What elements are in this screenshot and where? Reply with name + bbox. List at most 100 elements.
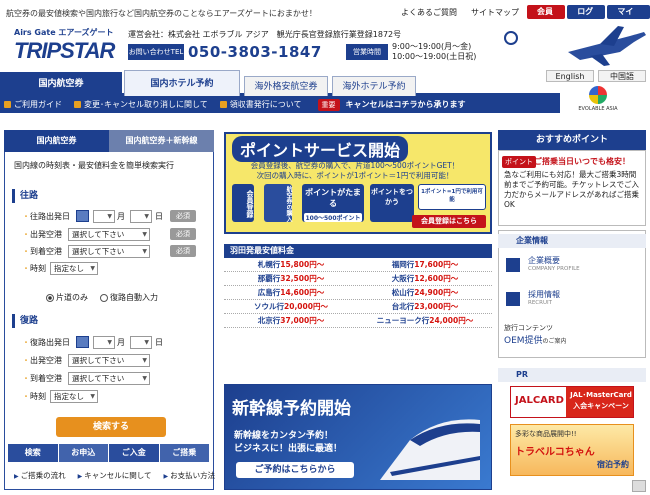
boarding-flow-link[interactable]: ご搭乗の流れ — [14, 470, 66, 481]
receipt-link[interactable]: 領収書発行について — [216, 99, 310, 110]
usage-guide-link[interactable]: ご利用ガイド — [0, 99, 70, 110]
outbound-date-label: 往路出発日 — [22, 210, 70, 224]
evolable-logo: EVOLABLE ASIA — [578, 86, 618, 112]
chinese-button[interactable]: 中国語 — [598, 70, 646, 82]
required-badge: 必須 — [170, 245, 196, 257]
return-month-select[interactable] — [93, 336, 115, 349]
jal-campaign-text: JAL･MasterCard 入会キャンペーン — [570, 391, 632, 410]
search-description: 国内線の時刻表・最安値料金を簡単検索実行 — [14, 161, 174, 170]
oem-link[interactable]: 旅行コンテンツ OEM提供のご案内 — [504, 323, 640, 349]
cancel-info-link[interactable]: キャンセルに関して — [78, 470, 151, 481]
arr-airport-label: 到着空港 — [22, 245, 62, 259]
outbound-month-select[interactable] — [93, 210, 115, 223]
point-step-use: ポイントをつかう — [370, 184, 414, 222]
search-button[interactable]: 検索する — [56, 417, 166, 437]
top-nav: よくあるご質問 サイトマップ 会員登録 ログイン マイページ — [395, 4, 650, 44]
point-badge: ポイント — [502, 156, 536, 168]
jal-card-banner[interactable]: JALCARD JAL･MasterCard 入会キャンペーン — [510, 386, 634, 418]
haneda-fares-heading: 羽田発最安値料金 — [224, 244, 492, 258]
day-label: 日 — [155, 212, 163, 221]
recommend-body: 急なご利用にも対応！最大ご搭乗3時間前までご予約可能。チケットレスでご入力だから… — [504, 170, 639, 209]
building-icon — [506, 258, 520, 272]
tel-label: お問い合わせTEL — [128, 44, 184, 60]
login-button[interactable]: ログイン — [567, 5, 606, 30]
fare-link[interactable]: 台北行23,000円～ — [358, 300, 492, 313]
profile-label: 企業概要 — [528, 256, 560, 265]
tab-intl-hotel[interactable]: 海外ホテル予約 — [332, 76, 416, 96]
tab-domestic-flight[interactable]: 国内航空券 — [0, 72, 122, 96]
point-step-purchase: 航空券の購入 — [264, 184, 292, 222]
guide-bar: ご利用ガイド 変更･キャンセル取り消しに関して 領収書発行について 重要 キャン… — [0, 96, 560, 113]
oem-small-label: 旅行コンテンツ — [504, 324, 553, 332]
register-button[interactable]: 会員登録 — [527, 5, 566, 30]
tab-search-flight-shinkansen[interactable]: 国内航空券＋新幹線 — [109, 130, 214, 152]
faq-link[interactable]: よくあるご質問 — [395, 7, 463, 18]
travelko-banner[interactable]: 多彩な商品展開中!! トラベルコちゃん 宿泊予約 — [510, 424, 634, 476]
register-cta-button[interactable]: 会員登録はこちら — [412, 215, 486, 228]
scroll-up-icon[interactable] — [632, 480, 646, 492]
change-cancel-link[interactable]: 変更･キャンセル取り消しに関して — [70, 99, 216, 110]
point-use-note: 1ポイント=1円で利用可能 — [418, 184, 486, 210]
sitemap-link[interactable]: サイトマップ — [465, 7, 525, 18]
calendar-icon[interactable] — [76, 336, 89, 348]
dep-airport-select[interactable]: 選択して下さい — [68, 228, 150, 241]
company-profile-link[interactable]: 企業概要 COMPANY PROFILE — [504, 254, 640, 276]
fare-link[interactable]: 広島行14,600円～ — [224, 286, 358, 299]
site-logo[interactable]: TRIPSTAR — [14, 38, 115, 64]
fare-link[interactable]: 大阪行12,600円～ — [358, 272, 492, 285]
return-dep-airport-select[interactable]: 選択して下さい — [68, 354, 150, 367]
fare-link[interactable]: ニューヨーク行24,000円～ — [358, 314, 492, 327]
company-info: 運営会社：株式会社 エボラブル アジア 観光庁長官登録旅行業登録1872号 — [128, 30, 402, 39]
airplane-icon — [568, 26, 646, 66]
cancel-link[interactable]: キャンセルはコチラから承ります — [340, 99, 466, 110]
fare-link[interactable]: 札幌行15,800円～ — [224, 258, 358, 271]
outbound-day-select[interactable] — [130, 210, 152, 223]
point-banner-title: ポイントサービス開始 — [232, 136, 409, 162]
recruit-link[interactable]: 採用情報 RECRUIT — [504, 288, 640, 310]
logo-text: TRIPSTAR — [14, 38, 115, 63]
dep-airport-label: 出発空港 — [22, 228, 62, 242]
step-apply: お申込 — [58, 444, 109, 462]
mypage-button[interactable]: マイページ — [607, 5, 650, 44]
return-time-select[interactable]: 指定なし — [50, 390, 98, 403]
fare-link[interactable]: 福岡行17,600円～ — [358, 258, 492, 271]
oneway-label: 片道のみ — [56, 293, 88, 302]
evolable-text: EVOLABLE ASIA — [578, 106, 618, 112]
calendar-icon[interactable] — [76, 210, 89, 222]
shinkansen-title: 新幹線予約開始 — [232, 399, 351, 419]
important-badge: 重要 — [317, 98, 340, 111]
arr-airport-select[interactable]: 選択して下さい — [68, 245, 150, 258]
bullet-train-icon — [380, 419, 480, 480]
business-hours: 9:00～19:00(月～金) 10:00～19:00(土日祝) — [392, 42, 476, 62]
fare-link[interactable]: 那覇行32,500円～ — [224, 272, 358, 285]
step-payment: ご入金 — [109, 444, 160, 462]
tab-intl-flight[interactable]: 海外格安航空券 — [244, 76, 328, 96]
company-info-heading: 企業情報 — [498, 234, 646, 248]
point-text-line1: 会員登録後、航空券の購入で、片道100～500ポイントGET！ — [250, 161, 460, 170]
return-day-select[interactable] — [130, 336, 152, 349]
return-arr-airport-select[interactable]: 選択して下さい — [68, 372, 150, 385]
month-label: 月 — [117, 212, 125, 221]
booking-steps: 検索 お申込 ご入金 ご搭乗 — [8, 444, 210, 462]
recruit-label-en: RECRUIT — [528, 300, 552, 306]
table-row: ソウル行20,000円～ 台北行23,000円～ — [224, 300, 492, 314]
payment-method-link[interactable]: お支払い方法 — [164, 470, 215, 481]
search-tabs: 国内航空券 国内航空券＋新幹線 — [4, 130, 214, 152]
return-date-label: 復路出発日 — [22, 336, 70, 350]
tab-domestic-hotel[interactable]: 国内ホテル予約 — [124, 70, 240, 96]
recommend-heading: おすすめポイント — [498, 130, 646, 150]
point-earn-sub: 100～500ポイント — [304, 213, 362, 222]
fare-link[interactable]: 松山行24,900円～ — [358, 286, 492, 299]
day-label: 日 — [155, 338, 163, 347]
outbound-time-select[interactable]: 指定なし — [50, 262, 98, 275]
oneway-radio[interactable] — [46, 294, 54, 302]
tab-search-flight[interactable]: 国内航空券 — [4, 130, 109, 152]
fare-link[interactable]: ソウル行20,000円～ — [224, 300, 358, 313]
tel-number: 050-3803-1847 — [188, 43, 322, 61]
auto-return-label: 復路自動入力 — [110, 293, 158, 302]
shinkansen-cta-button[interactable]: ご予約はこちらから — [236, 462, 354, 478]
fare-link[interactable]: 北京行37,000円～ — [224, 314, 358, 327]
auto-return-radio[interactable] — [100, 294, 108, 302]
pr-heading: PR — [498, 368, 646, 382]
point-earn-label: ポイントがたまる — [305, 188, 361, 208]
